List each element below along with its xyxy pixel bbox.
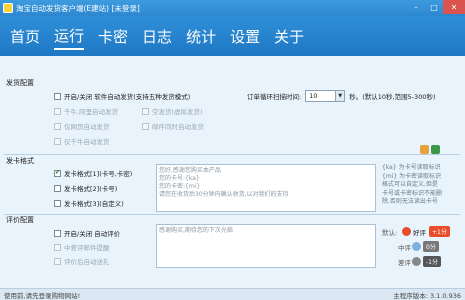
web-ship-checkbox[interactable]: 仅网页自动发货 (54, 121, 110, 131)
review-template-textarea[interactable]: 感谢购买,期待您的下次光临 (156, 224, 376, 268)
maximize-icon[interactable]: □ (425, 0, 443, 14)
format2-checkbox[interactable]: 发卡格式[2](卡号) (54, 183, 117, 193)
format1-checkbox[interactable]: ✔ 发卡格式[1](卡号,卡密) (54, 168, 132, 178)
bad-face-icon (412, 257, 421, 266)
empty-ship-checkbox[interactable]: 空发货(虚拟发货) (142, 106, 203, 116)
qianniu-ship-checkbox[interactable]: 千牛,阿里自动发货 (54, 106, 118, 116)
checkbox-checked[interactable]: ✔ (54, 169, 61, 177)
qianniu-only-checkbox[interactable]: 仅千牛自动发货 (54, 136, 110, 146)
good-face-icon (402, 227, 411, 236)
qianniu-ship-label: 千牛,阿里自动发货 (64, 108, 119, 116)
status-message: 使用前,请先登录购物网站! (4, 291, 81, 300)
minimize-icon[interactable]: – (407, 0, 425, 14)
scan-unit: 秒。(默认10秒,范围5-300秒) (349, 93, 436, 101)
tools-icon[interactable] (420, 145, 429, 154)
version-label: 主程序版本: 3.1.0.936 (393, 291, 461, 300)
checkbox-box[interactable] (54, 243, 61, 251)
scan-interval-select[interactable]: 10 ▼ (305, 90, 346, 102)
rating-badge: +1分 (429, 226, 450, 237)
review-section-label: 评价配置 (6, 216, 34, 224)
checkbox-box[interactable] (142, 107, 149, 115)
nav-stats[interactable]: 统计 (186, 24, 216, 49)
app-icon (3, 3, 13, 13)
nav-about[interactable]: 关于 (274, 24, 304, 49)
format-section-label: 发卡格式 (6, 157, 34, 165)
auto-review-label: 开启/关闭 自动评价 (64, 230, 121, 238)
checkbox-box[interactable] (54, 137, 61, 145)
email-ship-label: 邮件同时自动发货 (152, 123, 204, 131)
shipping-section-label: 发货配置 (6, 79, 34, 87)
format3-label: 发卡格式[3](自定义) (64, 200, 124, 208)
checkbox-box[interactable] (54, 199, 61, 207)
status-bar: 使用前,请先登录购物网站! 主程序版本: 3.1.0.936 (0, 288, 465, 300)
web-ship-label: 仅网页自动发货 (64, 123, 110, 131)
checkbox-box[interactable] (54, 229, 61, 237)
divider (4, 154, 460, 155)
rating-label: 默认: (382, 228, 398, 237)
qianniu-only-label: 仅千牛自动发货 (64, 138, 110, 146)
nav-run[interactable]: 运行 (54, 23, 85, 50)
format3-checkbox[interactable]: 发卡格式[3](自定义) (54, 198, 124, 208)
window-title: 淘宝自动发货客户端(E建站) [未登录] (16, 3, 140, 13)
checkbox-box[interactable] (54, 107, 61, 115)
tool-icons (420, 145, 440, 154)
title-bar: 淘宝自动发货客户端(E建站) [未登录] – □ ✕ (0, 0, 465, 16)
checkbox-box[interactable] (142, 122, 149, 130)
nav-cards[interactable]: 卡密 (98, 24, 128, 49)
close-icon[interactable]: ✕ (443, 0, 465, 14)
format-template-textarea[interactable]: 您好,感谢您购买本产品 您的卡号:{ka} 您的卡密:{mi} 请您在收货后30… (156, 164, 376, 212)
checkbox-box[interactable] (54, 257, 61, 265)
main-content: 发货配置 开启/关闭 软件自动发货(支持五种发货模式) 千牛,阿里自动发货 空发… (0, 56, 465, 288)
checkbox-box[interactable] (54, 184, 61, 192)
scan-interval-group: 订单循环扫描时间: 10 ▼ 秒。(默认10秒,范围5-300秒) (247, 90, 436, 102)
rating-neutral[interactable]: 中评 0分 (398, 241, 439, 252)
scan-label: 订单循环扫描时间: (247, 93, 302, 101)
checkbox-box[interactable] (54, 122, 61, 130)
scan-value: 10 (309, 92, 318, 100)
rating-name: 好评 (413, 228, 426, 237)
rating-badge: -1分 (423, 256, 441, 267)
rating-badge: 0分 (423, 241, 439, 252)
auto-ship-checkbox[interactable]: 开启/关闭 软件自动发货(支持五种发货模式) (54, 91, 190, 101)
format-hint: {ka} 为卡号读取标识 {mi} 为卡密读取标识 格式可以自定义,但是 卡号或… (382, 164, 443, 205)
format2-label: 发卡格式[2](卡号) (64, 185, 118, 193)
bad-review-email-label: 中差评邮件提醒 (64, 244, 110, 252)
review-gift-label: 评价后自动送礼 (64, 258, 110, 266)
user-icon[interactable] (431, 145, 440, 154)
divider (4, 214, 460, 215)
nav-settings[interactable]: 设置 (230, 24, 260, 49)
auto-ship-label: 开启/关闭 软件自动发货(支持五种发货模式) (64, 93, 191, 101)
bad-review-email-checkbox[interactable]: 中差评邮件提醒 (54, 242, 110, 252)
nav-log[interactable]: 日志 (142, 24, 172, 49)
review-gift-checkbox[interactable]: 评价后自动送礼 (54, 256, 110, 266)
main-nav: 首页 运行 卡密 日志 统计 设置 关于 (0, 16, 465, 56)
rating-good[interactable]: 默认: 好评 +1分 (382, 226, 450, 237)
rating-label: 中评 (398, 243, 411, 252)
format1-label: 发卡格式[1](卡号,卡密) (64, 170, 133, 178)
checkbox-box[interactable] (54, 92, 61, 100)
auto-review-checkbox[interactable]: 开启/关闭 自动评价 (54, 228, 120, 238)
nav-home[interactable]: 首页 (10, 24, 40, 49)
empty-ship-label: 空发货(虚拟发货) (152, 108, 203, 116)
rating-bad[interactable]: 差评 -1分 (398, 256, 441, 267)
email-ship-checkbox[interactable]: 邮件同时自动发货 (142, 121, 204, 131)
rating-label: 差评 (398, 258, 411, 267)
chevron-down-icon[interactable]: ▼ (335, 91, 345, 101)
neutral-face-icon (412, 242, 421, 251)
window-controls: – □ ✕ (407, 0, 465, 14)
